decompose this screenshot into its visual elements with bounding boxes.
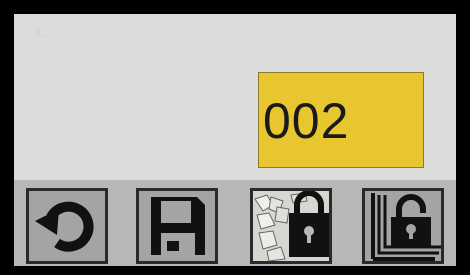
save-button[interactable] (136, 188, 218, 264)
undo-button[interactable] (26, 188, 108, 264)
map-lock-button[interactable] (250, 188, 332, 264)
device-bezel: X... 002 (0, 0, 470, 275)
undo-arrow-icon (35, 201, 94, 252)
display-screen: X... 002 (14, 14, 456, 266)
book-lock-button[interactable] (362, 188, 444, 264)
value-display-box[interactable]: 002 (258, 72, 424, 168)
floppy-disk-icon (151, 197, 205, 255)
value-text: 002 (263, 93, 350, 149)
book-lock-icon (371, 193, 441, 261)
faint-header-label: X... (34, 26, 57, 40)
bottom-toolbar (14, 180, 456, 266)
map-lock-icon (253, 191, 329, 261)
